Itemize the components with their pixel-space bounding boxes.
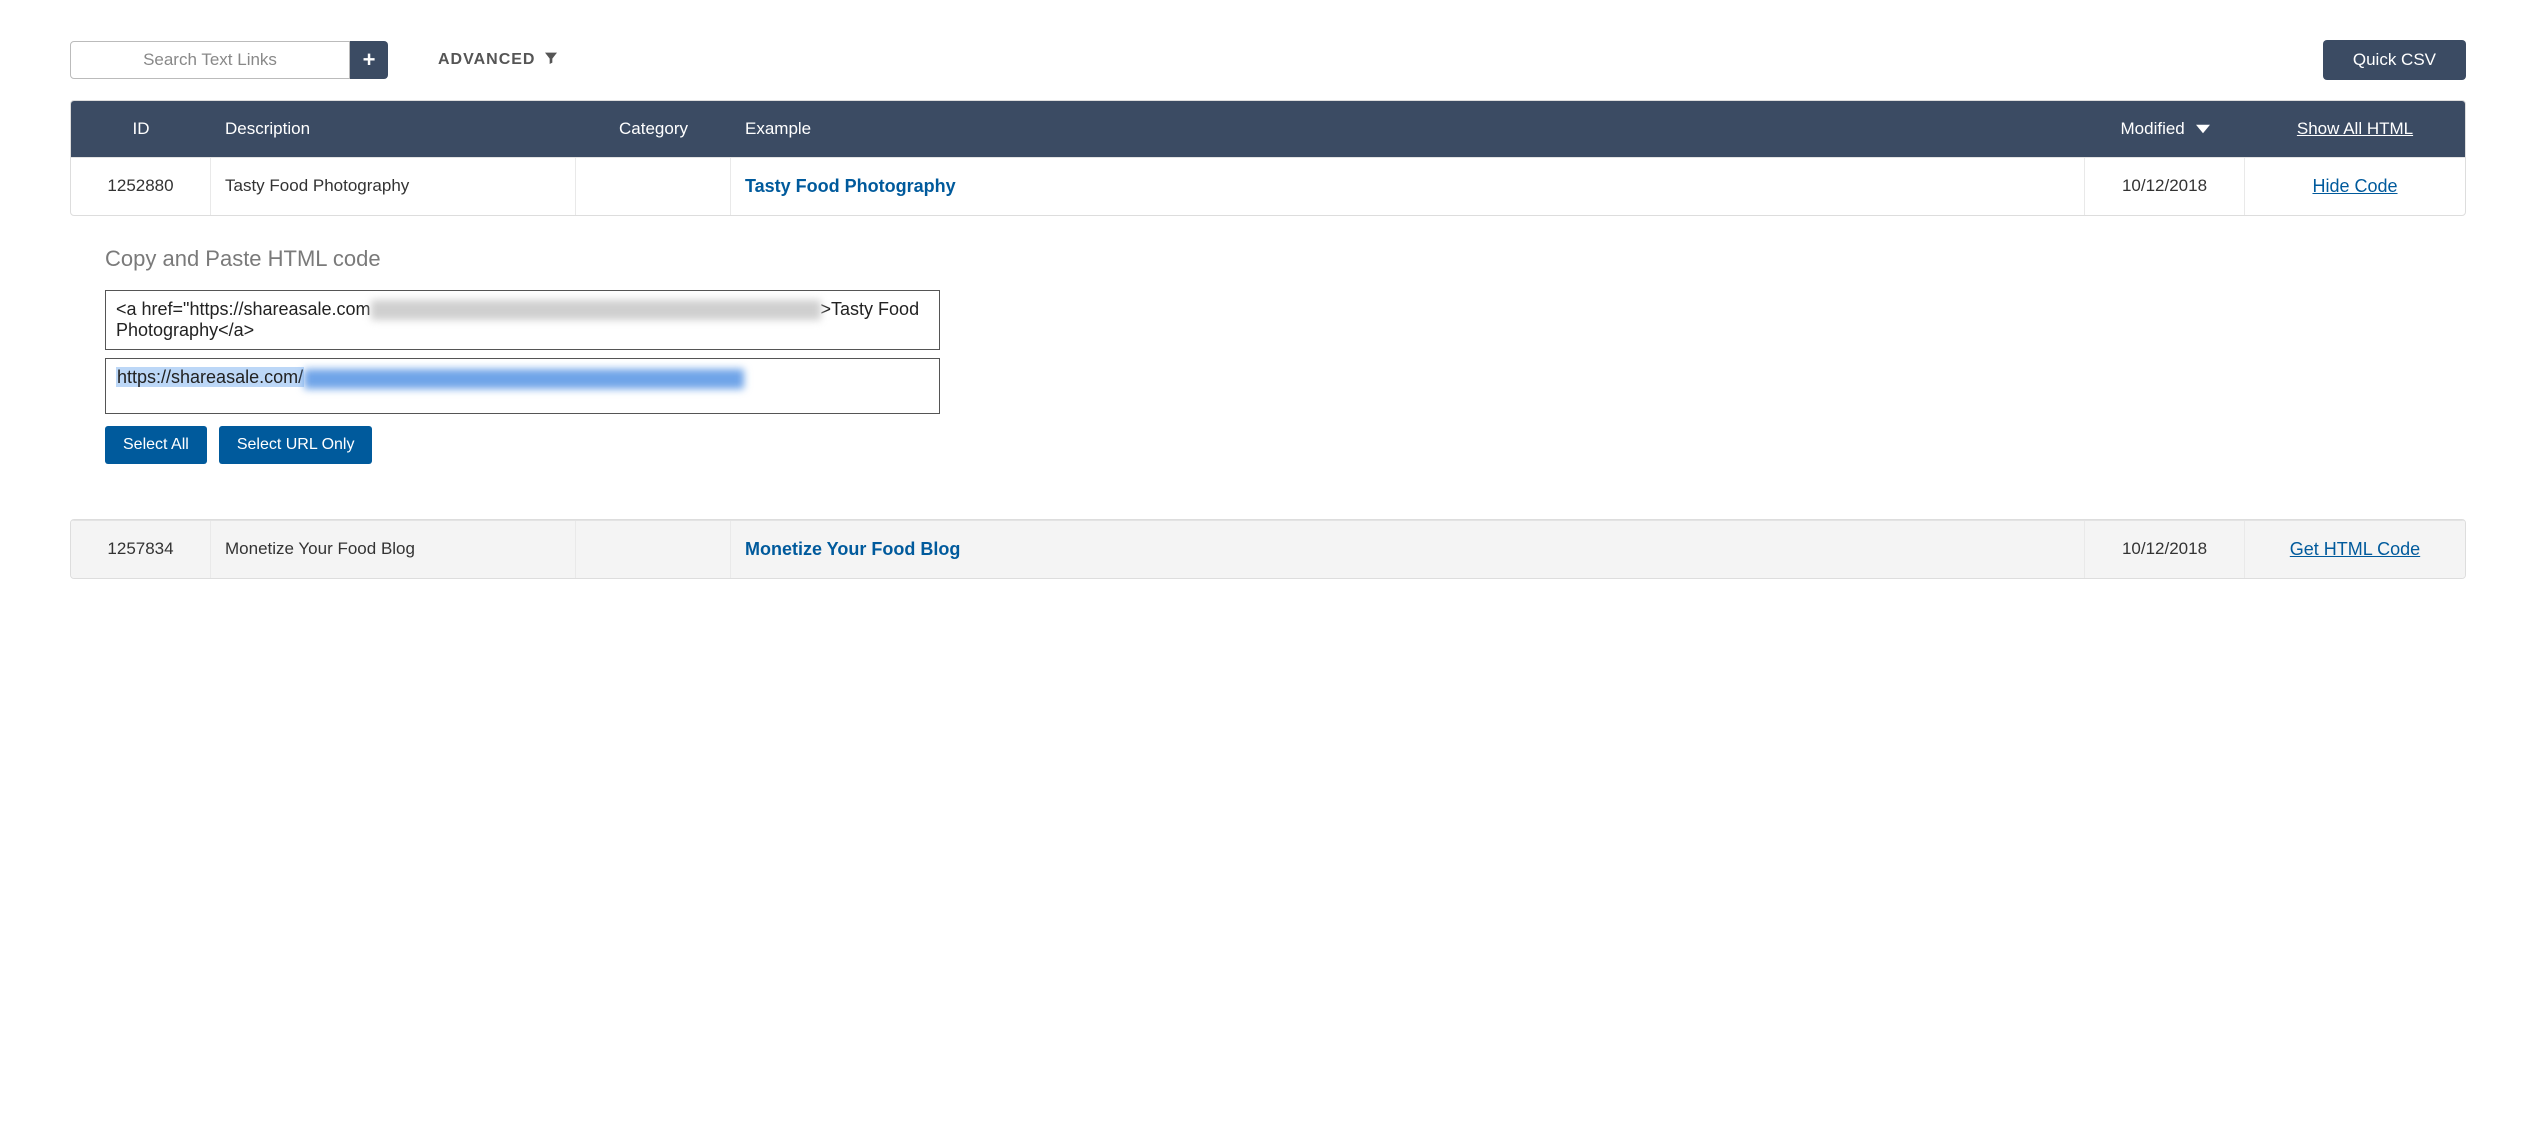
th-action[interactable]: Show All HTML (2245, 101, 2465, 157)
cell-modified: 10/12/2018 (2085, 521, 2245, 578)
example-link[interactable]: Monetize Your Food Blog (745, 539, 960, 559)
code-text: <a href="https://shareasale.com>Tasty Fo… (116, 299, 929, 341)
url-prefix: https://shareasale.com/ (116, 367, 304, 387)
th-example[interactable]: Example (731, 101, 2085, 157)
code-buttons: Select All Select URL Only (105, 426, 2466, 464)
cell-id: 1257834 (71, 521, 211, 578)
example-link[interactable]: Tasty Food Photography (745, 176, 956, 196)
th-category[interactable]: Category (576, 101, 731, 157)
th-modified-label: Modified (2121, 119, 2185, 138)
cell-action: Hide Code (2245, 158, 2465, 215)
th-modified[interactable]: Modified (2085, 101, 2245, 157)
redacted-segment (304, 369, 744, 389)
cell-example: Monetize Your Food Blog (731, 521, 2085, 578)
cell-description: Monetize Your Food Blog (211, 521, 576, 578)
th-description[interactable]: Description (211, 101, 576, 157)
hide-code-link[interactable]: Hide Code (2312, 176, 2397, 196)
search-input[interactable] (70, 41, 350, 79)
sort-desc-icon (2196, 119, 2210, 139)
get-html-code-link[interactable]: Get HTML Code (2290, 539, 2420, 559)
table-row: 1252880 Tasty Food Photography Tasty Foo… (71, 157, 2465, 215)
links-table: ID Description Category Example Modified… (70, 100, 2466, 216)
select-url-only-button[interactable]: Select URL Only (219, 426, 373, 464)
code-title: Copy and Paste HTML code (105, 246, 2466, 272)
show-all-html-link[interactable]: Show All HTML (2297, 119, 2413, 138)
code-prefix: <a href="https://shareasale.com (116, 299, 371, 319)
cell-category (576, 158, 731, 215)
add-button[interactable]: + (350, 41, 388, 79)
table-header: ID Description Category Example Modified… (71, 101, 2465, 157)
html-code-box[interactable]: <a href="https://shareasale.com>Tasty Fo… (105, 290, 940, 350)
links-table-continued: 1257834 Monetize Your Food Blog Monetize… (70, 519, 2466, 579)
table-row: 1257834 Monetize Your Food Blog Monetize… (71, 520, 2465, 578)
cell-description: Tasty Food Photography (211, 158, 576, 215)
th-id[interactable]: ID (71, 101, 211, 157)
advanced-label: ADVANCED (438, 51, 535, 69)
cell-action: Get HTML Code (2245, 521, 2465, 578)
quick-csv-button[interactable]: Quick CSV (2323, 40, 2466, 80)
code-section: Copy and Paste HTML code <a href="https:… (105, 246, 2466, 464)
advanced-filter[interactable]: ADVANCED (438, 50, 559, 71)
search-wrap: + (70, 41, 388, 79)
select-all-button[interactable]: Select All (105, 426, 207, 464)
cell-id: 1252880 (71, 158, 211, 215)
toolbar: + ADVANCED Quick CSV (70, 40, 2466, 80)
cell-example: Tasty Food Photography (731, 158, 2085, 215)
url-code-box[interactable]: https://shareasale.com/ (105, 358, 940, 414)
filter-icon (543, 50, 559, 71)
redacted-segment (371, 300, 821, 320)
url-text: https://shareasale.com/ (116, 367, 744, 388)
cell-modified: 10/12/2018 (2085, 158, 2245, 215)
plus-icon: + (363, 47, 376, 73)
cell-category (576, 521, 731, 578)
